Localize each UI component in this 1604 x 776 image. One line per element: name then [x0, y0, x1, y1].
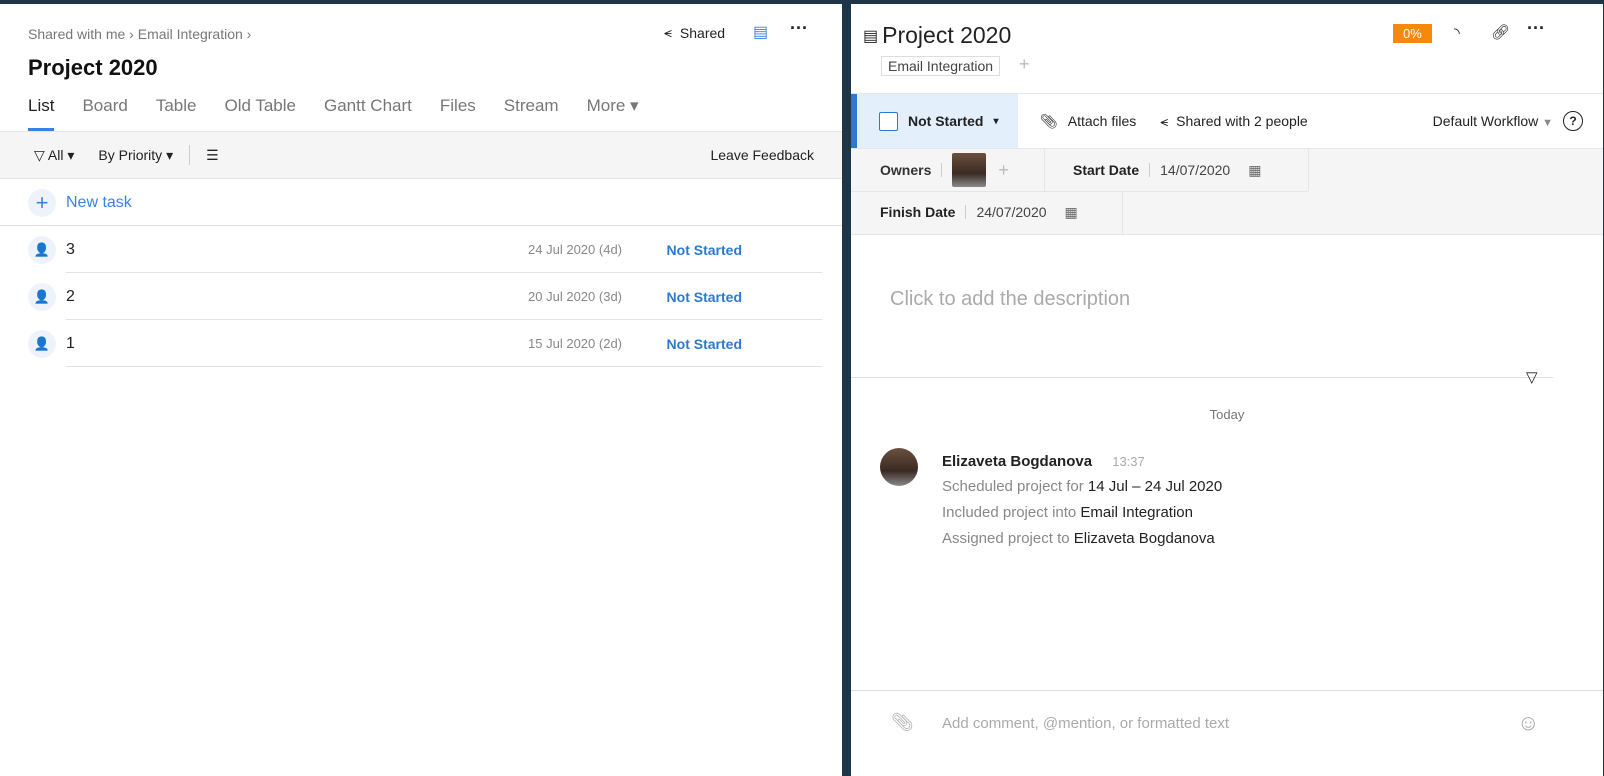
page-title: Project 2020 — [28, 55, 158, 80]
status-checkbox[interactable] — [879, 111, 898, 131]
status-dropdown[interactable]: Not Started ▾ — [851, 94, 1018, 148]
breadcrumb-shared[interactable]: Shared with me — [28, 26, 125, 42]
add-owner-icon[interactable]: + — [998, 160, 1009, 181]
breadcrumb: Shared with me › Email Integration › — [28, 26, 252, 42]
more-icon[interactable]: ··· — [1527, 18, 1545, 39]
tab-gantt[interactable]: Gantt Chart — [324, 96, 412, 131]
filter-button[interactable]: ▽ All ▾ — [34, 147, 74, 164]
day-separator: Today — [1209, 407, 1245, 422]
link-icon[interactable]: 🔗︎ — [1491, 23, 1510, 41]
more-icon[interactable]: ··· — [790, 18, 808, 39]
calendar-icon[interactable]: ▦ — [1065, 204, 1078, 221]
clipboard-icon[interactable]: ▤ — [753, 22, 768, 42]
activity-line: Scheduled project for 14 Jul – 24 Jul 20… — [942, 478, 1223, 495]
project-icon: ▤ — [863, 27, 879, 45]
leave-feedback-link[interactable]: Leave Feedback — [710, 147, 814, 163]
fields-area: Owners + Start Date 14/07/2020 ▦ Finish … — [851, 149, 1603, 235]
tab-table[interactable]: Table — [156, 96, 197, 131]
description-input[interactable]: Click to add the description — [890, 288, 1130, 311]
divider — [189, 145, 191, 165]
share-icon: ⪪ — [1160, 112, 1169, 129]
add-folder-icon[interactable]: + — [1019, 54, 1030, 75]
folder-tag[interactable]: Email Integration — [881, 56, 1001, 76]
task-row[interactable]: 👤 2 20 Jul 2020 (3d) Not Started — [28, 273, 822, 320]
task-row[interactable]: 👤 3 24 Jul 2020 (4d) Not Started — [28, 226, 822, 273]
assign-user-icon[interactable]: 👤 — [28, 329, 56, 358]
workflow-dropdown[interactable]: Default Workflow ▼ — [1433, 113, 1553, 129]
owner-avatar[interactable] — [952, 153, 987, 187]
start-date-field[interactable]: Start Date 14/07/2020 ▦ — [1073, 153, 1261, 187]
shared-with-button[interactable]: Shared with 2 people — [1176, 113, 1308, 129]
tab-old-table[interactable]: Old Table — [224, 96, 296, 131]
project-title[interactable]: ▤ Project 2020 — [863, 22, 1011, 49]
finish-date-field[interactable]: Finish Date 24/07/2020 ▦ — [880, 195, 1078, 229]
plus-icon: + — [28, 188, 56, 217]
share-icon: ⪪ — [664, 24, 672, 40]
comment-input[interactable]: Add comment, @mention, or formatted text — [942, 715, 1229, 732]
project-toolbar: Not Started ▾ 📎︎ Attach files ⪪ Shared wi… — [851, 93, 1603, 149]
activity-line: Assigned project to Elizaveta Bogdanova — [942, 530, 1215, 547]
tab-board[interactable]: Board — [82, 96, 127, 131]
assign-user-icon[interactable]: 👤 — [28, 282, 56, 311]
task-row[interactable]: 👤 1 15 Jul 2020 (2d) Not Started — [28, 320, 822, 367]
list-toolbar: ▽ All ▾ By Priority ▾ ☰ Leave Feedback — [0, 131, 842, 179]
project-detail-panel: ▤ Project 2020 0% ◝ 🔗︎ ··· Email Integrat… — [851, 4, 1603, 776]
breadcrumb-folder[interactable]: Email Integration — [138, 26, 243, 42]
emoji-icon[interactable]: ☺ — [1517, 710, 1539, 736]
tab-files[interactable]: Files — [440, 96, 476, 131]
help-icon[interactable]: ? — [1563, 111, 1583, 131]
owners-field: Owners + — [880, 153, 1009, 187]
filter-icon[interactable]: ▽ — [1526, 368, 1538, 386]
activity-entry: Elizaveta Bogdanova 13:37 Scheduled proj… — [942, 453, 1222, 552]
tab-list[interactable]: List — [28, 96, 55, 131]
calendar-icon[interactable]: ▦ — [1248, 162, 1261, 179]
view-tabs: List Board Table Old Table Gantt Chart F… — [28, 96, 639, 131]
attach-files-button[interactable]: Attach files — [1068, 113, 1136, 129]
activity-user[interactable]: Elizaveta Bogdanova — [942, 453, 1092, 470]
assign-user-icon[interactable]: 👤 — [28, 235, 56, 264]
shared-button[interactable]: ⪪ Shared — [664, 24, 725, 41]
tab-more[interactable]: More ▾ — [587, 96, 639, 131]
filter-icon: ▽ — [34, 146, 45, 163]
user-avatar[interactable] — [880, 448, 918, 486]
progress-badge[interactable]: 0% — [1393, 24, 1432, 43]
group-by-dropdown[interactable]: By Priority ▾ — [98, 147, 173, 164]
task-list-panel: Shared with me › Email Integration › ⪪ Sh… — [0, 4, 842, 776]
new-task-button[interactable]: + New task — [0, 179, 842, 226]
tab-stream[interactable]: Stream — [504, 96, 559, 131]
checklist-icon[interactable]: ☰ — [206, 147, 219, 164]
paperclip-icon: 📎︎ — [1040, 112, 1058, 129]
attach-icon[interactable]: 📎︎ — [891, 712, 914, 733]
activity-line: Included project into Email Integration — [942, 504, 1193, 521]
rss-icon[interactable]: ◝ — [1454, 24, 1460, 42]
